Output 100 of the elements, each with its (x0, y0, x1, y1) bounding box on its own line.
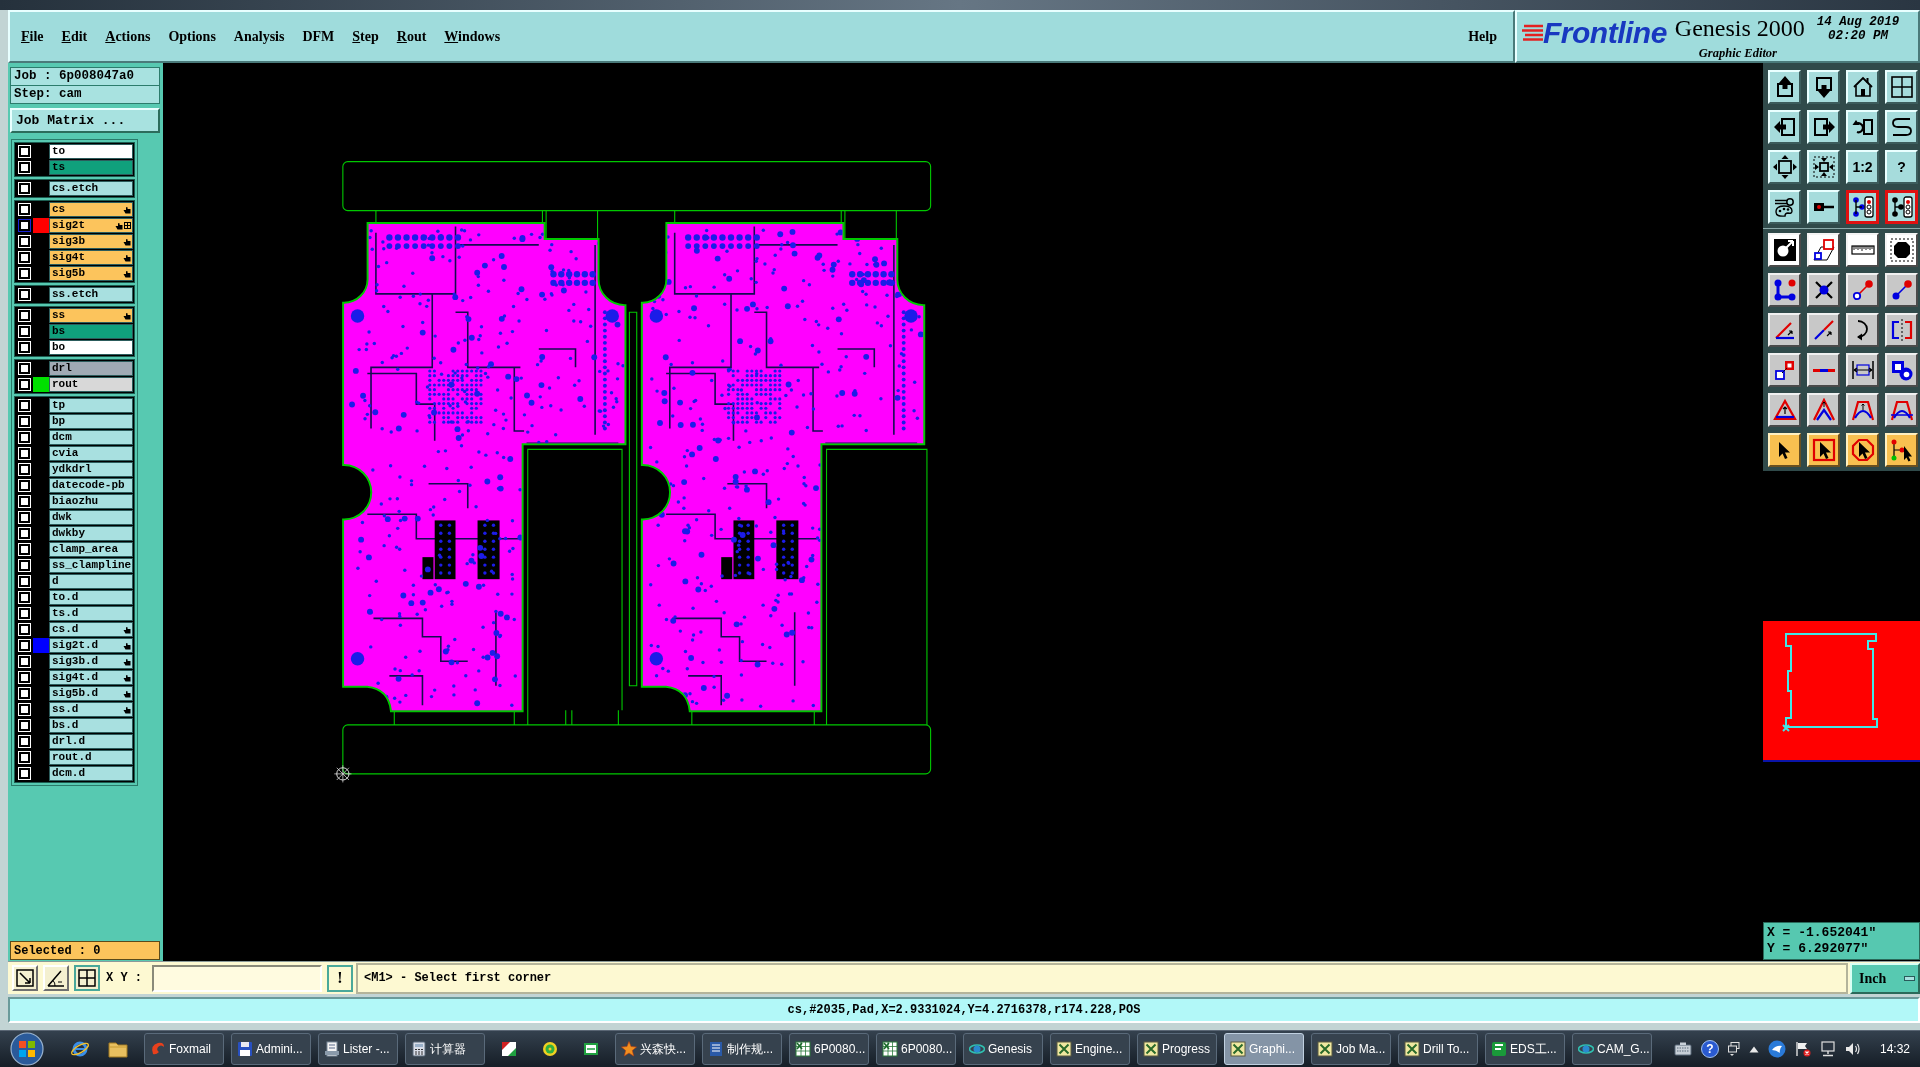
layer-name[interactable]: sig4t (49, 250, 133, 265)
menu-item[interactable]: Help (1468, 26, 1497, 47)
layer-name[interactable]: clamp_area (49, 542, 133, 557)
layer-name[interactable]: d (49, 574, 133, 589)
layer-name[interactable]: cvia (49, 446, 133, 461)
layer-name[interactable]: bp (49, 414, 133, 429)
layer-checkbox[interactable] (18, 399, 31, 412)
taskbar-button[interactable]: Job Ma... (1311, 1033, 1391, 1065)
menu-item[interactable]: Options (168, 26, 216, 47)
window-icon[interactable] (1727, 1042, 1740, 1056)
layer-checkbox[interactable] (18, 267, 31, 280)
layer-checkbox[interactable] (18, 251, 31, 264)
layer-checkbox[interactable] (18, 671, 31, 684)
taskbar-button[interactable]: Genesis (963, 1033, 1043, 1065)
layer-checkbox[interactable] (18, 288, 31, 301)
layer-name[interactable]: dcm.d (49, 766, 133, 781)
layer-name[interactable]: biaozhu (49, 494, 133, 509)
layer-checkbox[interactable] (18, 591, 31, 604)
layer-checkbox[interactable] (18, 687, 31, 700)
taskbar-button[interactable]: 制作规... (702, 1033, 782, 1065)
layer-checkbox[interactable] (18, 341, 31, 354)
layer-checkbox[interactable] (18, 751, 31, 764)
menu-item[interactable]: DFM (302, 26, 335, 47)
menu-item[interactable]: Edit (61, 26, 88, 47)
keyboard-icon[interactable] (1673, 1042, 1692, 1056)
flag-icon[interactable] (1794, 1041, 1811, 1057)
job-matrix-button[interactable]: Job Matrix ... (10, 108, 160, 133)
taskbar-button[interactable]: 6P0080... (876, 1033, 956, 1065)
layer-checkbox[interactable] (18, 639, 31, 652)
layer-name[interactable]: to.d (49, 590, 133, 605)
tool-button[interactable] (74, 965, 100, 991)
help-button[interactable]: ? (1700, 1040, 1719, 1058)
layer-checkbox[interactable] (18, 182, 31, 195)
taskbar-button[interactable]: Admini... (231, 1033, 311, 1065)
layer-name[interactable]: ts (49, 160, 133, 175)
round-badge-icon[interactable] (1767, 1040, 1786, 1058)
layer-name[interactable]: to (49, 144, 133, 159)
layer-checkbox[interactable] (18, 575, 31, 588)
menu-item[interactable]: Step (352, 26, 379, 47)
layer-name[interactable]: ss (49, 308, 133, 323)
layer-name[interactable]: ts.d (49, 606, 133, 621)
layer-name[interactable]: ss.d (49, 702, 133, 717)
layer-name[interactable]: sig2t.d (49, 638, 133, 653)
toolbar-button[interactable]: ? (1885, 150, 1918, 184)
layer-checkbox[interactable] (18, 378, 31, 391)
layer-name[interactable]: sig2t (49, 218, 133, 233)
toolbar-button[interactable] (1885, 190, 1918, 224)
layer-checkbox[interactable] (18, 463, 31, 476)
layer-name[interactable]: rout (49, 377, 133, 392)
layer-name[interactable]: sig3b.d (49, 654, 133, 669)
taskbar-button[interactable]: Engine... (1050, 1033, 1130, 1065)
layer-name[interactable]: ydkdrl (49, 462, 133, 477)
layer-checkbox[interactable] (18, 607, 31, 620)
menu-item[interactable]: Analysis (233, 26, 285, 47)
toolbar-button[interactable]: 1:2 (1846, 150, 1879, 184)
layer-name[interactable]: bo (49, 340, 133, 355)
layer-checkbox[interactable] (18, 495, 31, 508)
layer-name[interactable]: drl (49, 361, 133, 376)
show-hidden-icons-icon[interactable] (1748, 1045, 1759, 1053)
layer-checkbox[interactable] (18, 655, 31, 668)
layer-name[interactable]: dwkby (49, 526, 133, 541)
taskbar-button[interactable]: Foxmail (144, 1033, 224, 1065)
layer-name[interactable]: cs.d (49, 622, 133, 637)
taskbar-button[interactable]: Lister -... (318, 1033, 398, 1065)
layer-name[interactable]: ss.etch (49, 287, 133, 302)
layer-name[interactable]: tp (49, 398, 133, 413)
toolbar-button[interactable] (1846, 190, 1879, 224)
layer-checkbox[interactable] (18, 767, 31, 780)
layer-checkbox[interactable] (18, 543, 31, 556)
menu-item[interactable]: Windows (444, 26, 501, 47)
layer-name[interactable]: datecode-pb (49, 478, 133, 493)
layer-checkbox[interactable] (18, 325, 31, 338)
globe-ring-icon[interactable] (70, 1039, 90, 1059)
layer-name[interactable]: sig3b (49, 234, 133, 249)
layer-checkbox[interactable] (18, 161, 31, 174)
layer-checkbox[interactable] (18, 703, 31, 716)
confirm-button[interactable]: ! (327, 964, 353, 992)
taskbar-button[interactable]: 6P0080... (789, 1033, 869, 1065)
layer-name[interactable]: dcm (49, 430, 133, 445)
taskbar-button[interactable]: Progress (1137, 1033, 1217, 1065)
layer-name[interactable]: bs.d (49, 718, 133, 733)
layer-checkbox[interactable] (18, 431, 31, 444)
start-button[interactable] (8, 1031, 46, 1067)
layer-name[interactable]: sig4t.d (49, 670, 133, 685)
layer-checkbox[interactable] (18, 145, 31, 158)
layer-checkbox[interactable] (18, 447, 31, 460)
layer-name[interactable]: sig5b (49, 266, 133, 281)
units-menu-button[interactable]: Inch (1850, 962, 1920, 994)
taskbar-button[interactable]: 兴森快... (615, 1033, 695, 1065)
layer-checkbox[interactable] (18, 511, 31, 524)
menu-item[interactable]: Rout (396, 26, 427, 47)
speaker-icon[interactable] (1844, 1041, 1861, 1057)
clock-time[interactable]: 14:32 (1879, 1040, 1910, 1058)
layer-name[interactable]: dwk (49, 510, 133, 525)
layer-checkbox[interactable] (18, 219, 31, 232)
taskbar-button[interactable]: Drill To... (1398, 1033, 1478, 1065)
layer-checkbox[interactable] (18, 719, 31, 732)
layer-checkbox[interactable] (18, 623, 31, 636)
layer-checkbox[interactable] (18, 527, 31, 540)
layer-name[interactable]: cs.etch (49, 181, 133, 196)
